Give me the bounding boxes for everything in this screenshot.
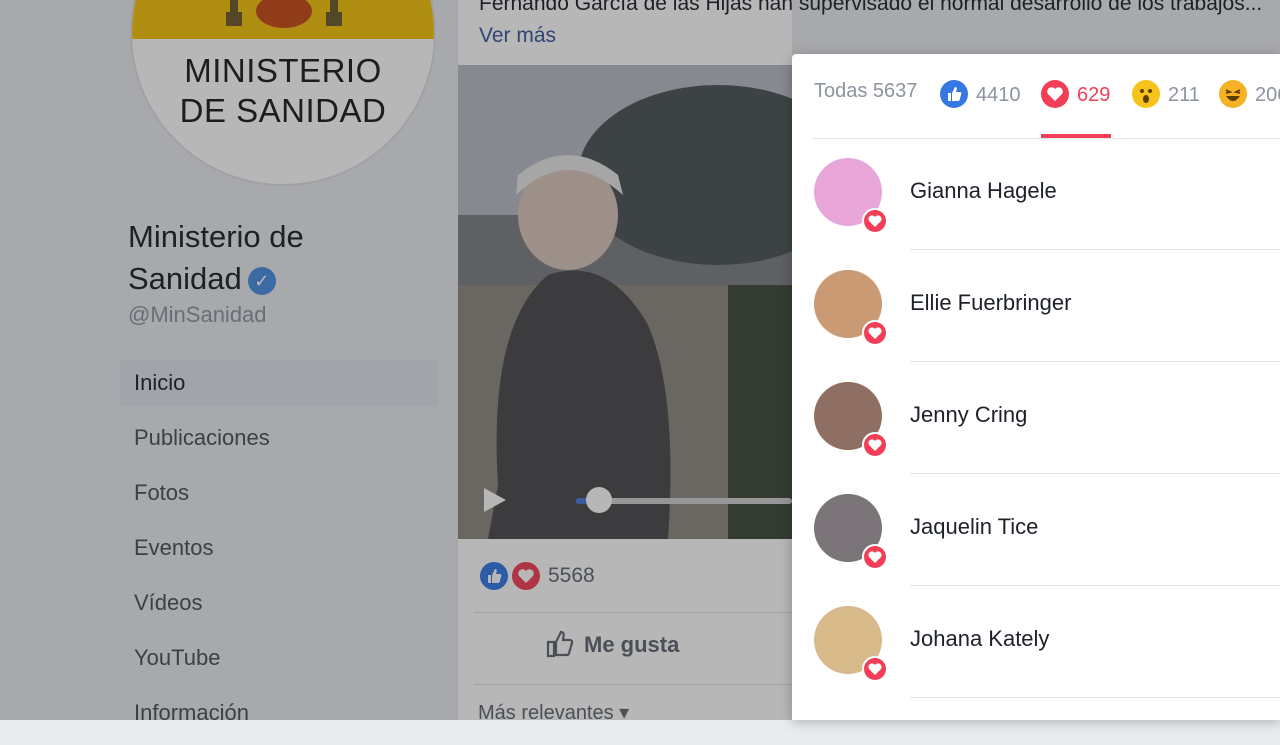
wow-icon [1132,80,1160,108]
like-icon [940,80,968,108]
haha-icon [1219,80,1247,108]
tab-like[interactable]: 4410 [940,80,1021,116]
list-item[interactable]: Gianna Hagele [792,138,1280,250]
wow-count: 211 [1168,84,1200,106]
love-badge-icon [862,320,888,346]
tab-love[interactable]: 629 [1041,80,1110,116]
list-item[interactable]: Ellie Fuerbringer [792,250,1280,362]
love-count: 629 [1077,84,1111,106]
like-count: 4410 [976,84,1021,106]
tab-all[interactable]: Todas 5637 [814,80,917,116]
love-badge-icon [862,208,888,234]
tab-haha[interactable]: 206 [1219,80,1280,116]
love-icon [1041,80,1069,108]
love-badge-icon [862,656,888,682]
divider [910,697,1280,698]
love-badge-icon [862,432,888,458]
haha-count: 206 [1255,84,1280,106]
list-item[interactable]: Jaquelin Tice [792,474,1280,586]
reactor-name[interactable]: Johana Kately [910,626,1049,652]
reactor-name[interactable]: Ellie Fuerbringer [910,290,1071,316]
list-item[interactable]: Johana Kately [792,586,1280,698]
tab-wow[interactable]: 211 [1132,80,1200,116]
love-badge-icon [862,544,888,570]
reactions-dialog: Todas 5637 4410 629 211 206 [792,54,1280,720]
reactor-name[interactable]: Jaquelin Tice [910,514,1038,540]
list-item[interactable]: Jenny Cring [792,362,1280,474]
reactor-name[interactable]: Gianna Hagele [910,178,1057,204]
reaction-tabs: Todas 5637 4410 629 211 206 [812,54,1280,139]
reactor-name[interactable]: Jenny Cring [910,402,1027,428]
reactors-list: Gianna Hagele Ellie Fuerbringer Jenny Cr… [792,138,1280,698]
